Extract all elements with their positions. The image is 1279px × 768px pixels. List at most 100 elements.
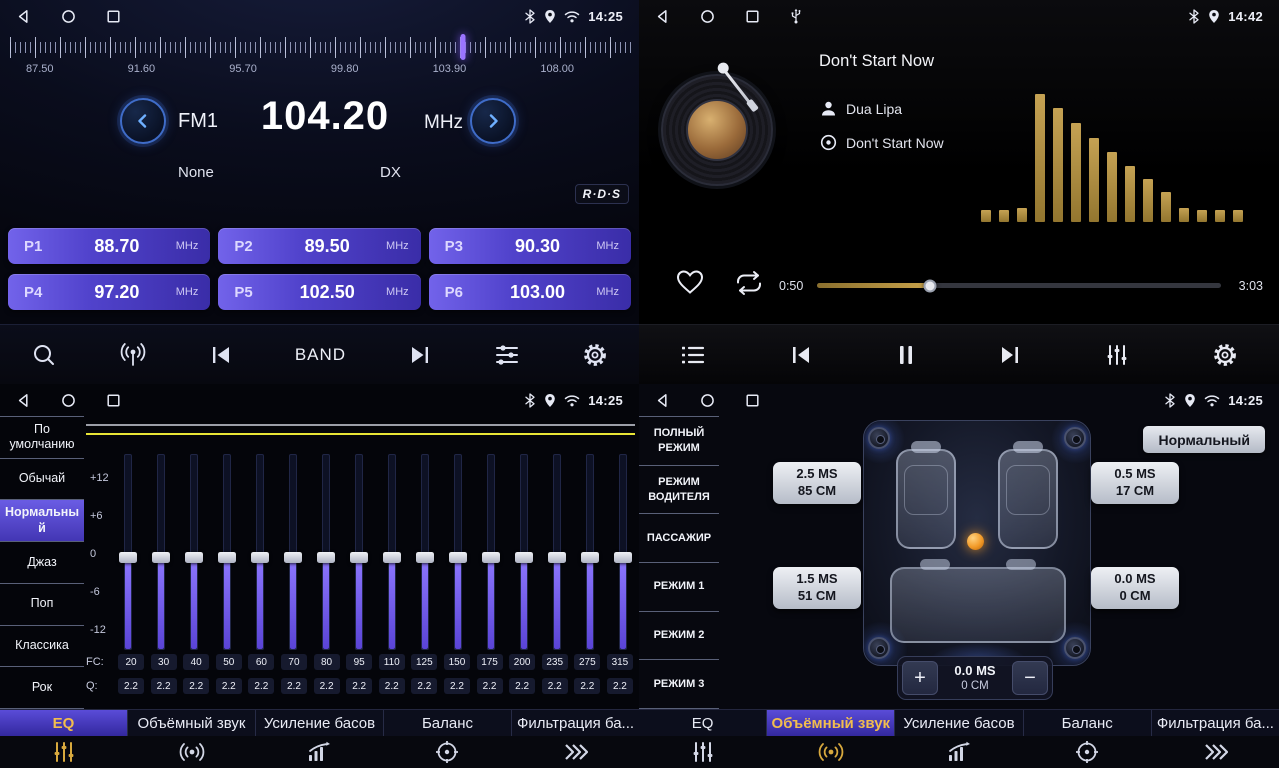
- tuner-options-icon[interactable]: [494, 343, 520, 367]
- broadcast-icon[interactable]: [119, 342, 147, 368]
- back-icon[interactable]: [16, 393, 31, 408]
- listening-position-dot[interactable]: [967, 533, 984, 550]
- surround-tab-icon[interactable]: [767, 736, 895, 768]
- audio-tab[interactable]: Фильтрация ба...: [1151, 710, 1279, 736]
- eq-slider-handle[interactable]: [152, 552, 170, 563]
- fc-value[interactable]: 125: [411, 654, 437, 670]
- eq-preset-item[interactable]: Поп: [0, 584, 84, 626]
- eq-slider-handle[interactable]: [251, 552, 269, 563]
- repeat-icon[interactable]: [734, 270, 764, 296]
- fc-value[interactable]: 275: [574, 654, 600, 670]
- eq-preset-item[interactable]: По умолчанию: [0, 416, 84, 459]
- recents-icon[interactable]: [745, 9, 760, 24]
- q-value[interactable]: 2.2: [444, 678, 470, 694]
- listening-mode-item[interactable]: РЕЖИМ 3: [639, 660, 719, 709]
- audio-tab[interactable]: Объёмный звук: [766, 710, 894, 736]
- next-track-icon[interactable]: [997, 343, 1023, 367]
- fc-value[interactable]: 95: [346, 654, 372, 670]
- progress-thumb[interactable]: [924, 279, 937, 292]
- q-value[interactable]: 2.2: [607, 678, 633, 694]
- bass-boost-tab-icon[interactable]: [895, 736, 1023, 768]
- previous-track-icon[interactable]: [788, 343, 814, 367]
- preset-button[interactable]: P4 97.20 MHz: [8, 274, 210, 310]
- front-right-speaker-icon[interactable]: [1064, 427, 1086, 449]
- favorite-heart-icon[interactable]: [675, 268, 705, 295]
- audio-tab[interactable]: Объёмный звук: [127, 710, 255, 736]
- q-value[interactable]: 2.2: [346, 678, 372, 694]
- listening-mode-item[interactable]: ПОЛНЫЙ РЕЖИМ: [639, 416, 719, 466]
- eq-preset-item[interactable]: Нормальный: [0, 500, 84, 542]
- increase-delay-button[interactable]: +: [902, 661, 938, 695]
- eq-tab-icon[interactable]: [0, 736, 128, 768]
- sound-profile-badge[interactable]: Нормальный: [1143, 426, 1265, 453]
- settings-gear-icon[interactable]: [582, 342, 608, 368]
- eq-preset-item[interactable]: Классика: [0, 626, 84, 668]
- eq-slider-handle[interactable]: [119, 552, 137, 563]
- home-icon[interactable]: [700, 393, 715, 408]
- balance-tab-icon[interactable]: [383, 736, 511, 768]
- eq-slider-handle[interactable]: [284, 552, 302, 563]
- fc-value[interactable]: 235: [542, 654, 568, 670]
- listening-mode-item[interactable]: РЕЖИМ 1: [639, 563, 719, 612]
- q-value[interactable]: 2.2: [542, 678, 568, 694]
- eq-slider-handle[interactable]: [614, 552, 632, 563]
- fc-value[interactable]: 30: [151, 654, 177, 670]
- eq-band-slider[interactable]: [448, 454, 468, 650]
- eq-slider-handle[interactable]: [548, 552, 566, 563]
- back-icon[interactable]: [655, 393, 670, 408]
- eq-band-slider[interactable]: [118, 454, 138, 650]
- q-value[interactable]: 2.2: [379, 678, 405, 694]
- mixer-icon[interactable]: [1105, 343, 1129, 367]
- eq-band-slider[interactable]: [250, 454, 270, 650]
- fc-value[interactable]: 175: [477, 654, 503, 670]
- eq-band-slider[interactable]: [283, 454, 303, 650]
- eq-slider-handle[interactable]: [449, 552, 467, 563]
- q-value[interactable]: 2.2: [216, 678, 242, 694]
- home-icon[interactable]: [700, 9, 715, 24]
- preset-button[interactable]: P3 90.30 MHz: [429, 228, 631, 264]
- rear-right-delay[interactable]: 0.0 MS 0 CM: [1091, 567, 1179, 609]
- eq-slider-handle[interactable]: [383, 552, 401, 563]
- eq-tab-icon[interactable]: [639, 736, 767, 768]
- eq-slider-handle[interactable]: [515, 552, 533, 563]
- audio-tab[interactable]: Баланс: [383, 710, 511, 736]
- settings-gear-icon[interactable]: [1212, 342, 1238, 368]
- band-button[interactable]: BAND: [295, 345, 346, 365]
- eq-band-slider[interactable]: [382, 454, 402, 650]
- eq-slider-handle[interactable]: [416, 552, 434, 563]
- fc-value[interactable]: 150: [444, 654, 470, 670]
- pause-icon[interactable]: [897, 344, 915, 366]
- back-icon[interactable]: [655, 9, 670, 24]
- fc-value[interactable]: 20: [118, 654, 144, 670]
- next-station-icon[interactable]: [408, 344, 432, 366]
- fc-value[interactable]: 200: [509, 654, 535, 670]
- surround-tab-icon[interactable]: [128, 736, 256, 768]
- eq-slider-handle[interactable]: [218, 552, 236, 563]
- eq-band-slider[interactable]: [217, 454, 237, 650]
- scan-icon[interactable]: [31, 342, 57, 368]
- preset-button[interactable]: P2 89.50 MHz: [218, 228, 420, 264]
- fc-value[interactable]: 110: [379, 654, 405, 670]
- eq-slider-handle[interactable]: [350, 552, 368, 563]
- front-left-speaker-icon[interactable]: [868, 427, 890, 449]
- q-value[interactable]: 2.2: [477, 678, 503, 694]
- eq-band-slider[interactable]: [613, 454, 633, 650]
- q-value[interactable]: 2.2: [151, 678, 177, 694]
- q-value[interactable]: 2.2: [281, 678, 307, 694]
- recents-icon[interactable]: [745, 393, 760, 408]
- previous-station-icon[interactable]: [209, 344, 233, 366]
- eq-band-slider[interactable]: [580, 454, 600, 650]
- balance-tab-icon[interactable]: [1023, 736, 1151, 768]
- fc-value[interactable]: 60: [248, 654, 274, 670]
- q-value[interactable]: 2.2: [118, 678, 144, 694]
- front-left-delay[interactable]: 2.5 MS 85 CM: [773, 462, 861, 504]
- bass-boost-tab-icon[interactable]: [256, 736, 384, 768]
- fc-value[interactable]: 40: [183, 654, 209, 670]
- decrease-delay-button[interactable]: −: [1012, 661, 1048, 695]
- preset-button[interactable]: P1 88.70 MHz: [8, 228, 210, 264]
- q-value[interactable]: 2.2: [314, 678, 340, 694]
- eq-preset-item[interactable]: Джаз: [0, 542, 84, 584]
- filter-tab-icon[interactable]: [1151, 736, 1279, 768]
- home-icon[interactable]: [61, 9, 76, 24]
- recents-icon[interactable]: [106, 393, 121, 408]
